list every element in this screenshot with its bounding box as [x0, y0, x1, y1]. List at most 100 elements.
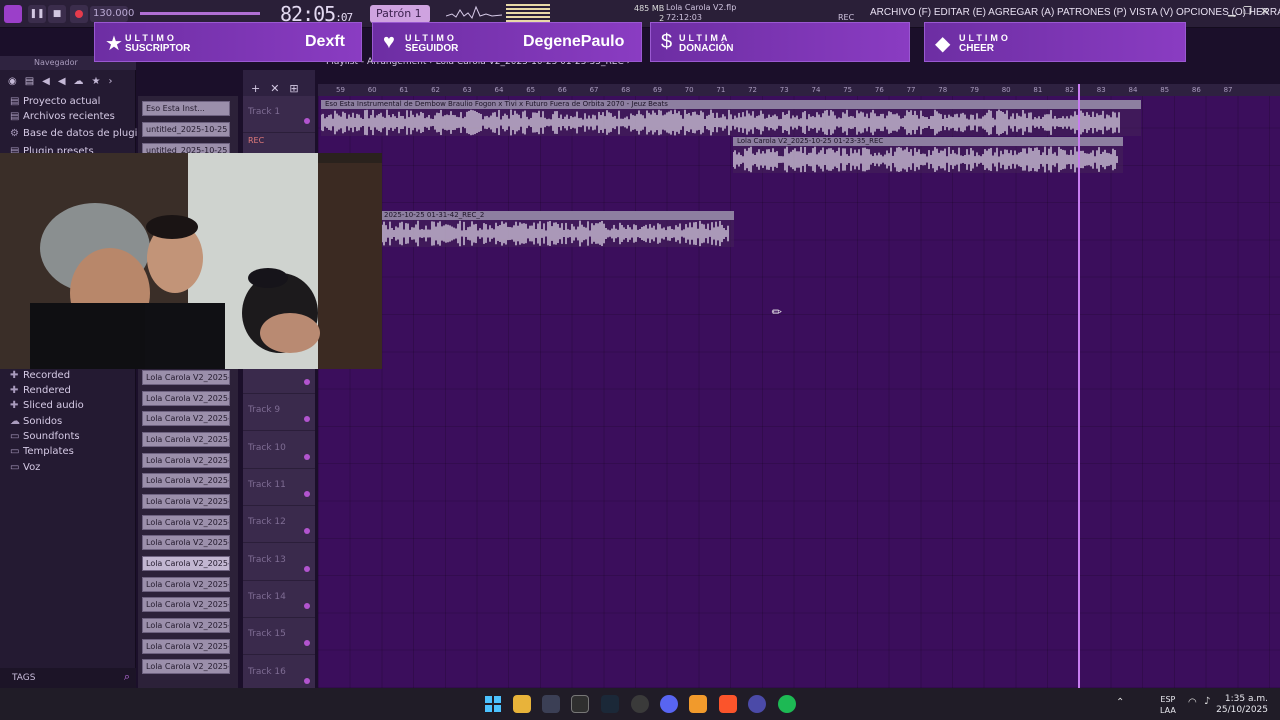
track-mute-led[interactable] — [304, 565, 310, 572]
track-mute-led[interactable] — [304, 118, 310, 124]
browser-folder-soundfonts[interactable]: ▭ Soundfonts — [10, 431, 80, 442]
ruler-number: 74 — [811, 86, 821, 94]
track-mute-led[interactable] — [304, 528, 310, 535]
master-volume-slider[interactable] — [140, 12, 260, 15]
picker-clip[interactable]: Lola Carola V2_2025-10-... — [142, 411, 230, 426]
picker-clip[interactable]: Lola Carola V2_2025-10-... — [142, 432, 230, 447]
playlist-tools[interactable]: +✕⊞ — [243, 70, 315, 96]
ruler-number: 83 — [1096, 86, 1106, 94]
track-mute-led[interactable] — [304, 491, 310, 497]
picker-clip[interactable]: Lola Carola V2_2025-10-... — [142, 370, 230, 385]
track-header[interactable]: Track 1 — [243, 96, 315, 133]
browser-folder-voz[interactable]: ▭ Voz — [10, 462, 40, 473]
audio-clip-vocal-rec[interactable]: Lola Carola V2_2025-10-25 01-23-35_REC — [733, 137, 1123, 173]
browser-folder-rendered[interactable]: ✚ Rendered — [10, 385, 71, 396]
tempo-display[interactable]: 130.000 — [90, 6, 134, 22]
picker-clip[interactable]: Lola Carola V2_2025-10-... — [142, 639, 230, 654]
audio-clip-instrumental[interactable]: Eso Esta Instrumental de Dembow Braulio … — [321, 100, 1141, 136]
browser-item-recent[interactable]: ▤ Archivos recientes — [10, 111, 115, 122]
clock[interactable]: 1:35 a.m. 25/10/2025 — [1216, 694, 1268, 716]
track-mute-led[interactable] — [304, 602, 310, 609]
language-indicator[interactable]: ESP LAA — [1160, 694, 1176, 716]
store-icon[interactable] — [542, 695, 560, 713]
track-header[interactable]: Track 13 — [243, 544, 315, 581]
menu-bar[interactable]: ARCHIVO (F) EDITAR (E) AGREGAR (A) PATRO… — [870, 7, 1280, 18]
minimize-icon[interactable]: ▁ — [1228, 6, 1236, 17]
picker-clip[interactable]: Lola Carola V2_2025-10-... — [142, 515, 230, 530]
ruler-number: 68 — [621, 86, 631, 94]
browser-icon[interactable] — [748, 695, 766, 713]
picker-clip[interactable]: Lola Carola V2_2025-10-... — [142, 453, 230, 468]
spotify-icon[interactable] — [778, 695, 796, 713]
chevron-up-icon[interactable]: ⌃ — [1116, 697, 1124, 708]
track-label: Track 15 — [248, 629, 286, 640]
pattern-selector[interactable]: Patrón 1 — [370, 5, 430, 23]
ruler-number: 65 — [526, 86, 536, 94]
picker-clip-selected[interactable]: Lola Carola V2_2025-10-... — [142, 556, 230, 571]
track-mute-led[interactable] — [304, 379, 310, 386]
maximize-icon[interactable]: ❐ — [1243, 6, 1252, 17]
playlist-area[interactable]: Eso Esta Instrumental de Dembow Braulio … — [318, 96, 1280, 688]
picker-clip[interactable]: Lola Carola V2_2025-10-... — [142, 473, 230, 488]
stop-icon[interactable]: ■ — [48, 5, 66, 23]
browser-folder-sliced[interactable]: ✚ Sliced audio — [10, 400, 84, 411]
search-icon[interactable]: ⌕ — [124, 670, 130, 684]
banner-last-subscriber: ★ ULTIMO SUSCRIPTOR Dexft — [94, 22, 362, 62]
track-header[interactable]: Track 9 — [243, 394, 315, 432]
browser-item-project[interactable]: ▤ Proyecto actual — [10, 96, 100, 107]
wifi-icon[interactable]: ◠ — [1188, 697, 1197, 708]
fl-studio-icon[interactable] — [689, 695, 707, 713]
audio-clip-rec-2[interactable]: 2025-10-25 01-31-42_REC_2 — [380, 211, 734, 247]
browser-item-plugin-db[interactable]: ⚙ Base de datos de plugins — [10, 128, 149, 139]
picker-clip[interactable]: Lola Carola V2_2025-10-... — [142, 597, 230, 612]
track-header[interactable]: Track 16 — [243, 656, 315, 693]
file-explorer-icon[interactable] — [513, 695, 531, 713]
picker-clip[interactable]: untitled_2025-10-25 01-... — [142, 122, 230, 137]
plug-icon: ⚙ — [10, 128, 19, 139]
banner-type: CHEER — [959, 43, 995, 54]
picker-clip[interactable]: Lola Carola V2_2025-10-... — [142, 577, 230, 592]
lang-primary: ESP — [1160, 695, 1176, 704]
timeline-ruler[interactable]: 59 60 61 62 63 64 65 66 67 68 69 70 71 72 73 74 75 76 77 78… — [318, 84, 1280, 96]
track-label: Track 14 — [248, 591, 286, 602]
ruler-number: 85 — [1160, 86, 1170, 94]
track-label: Track 9 — [248, 405, 281, 416]
browser-toolbar[interactable]: ◉▤◀◀☁★› — [8, 76, 128, 90]
track-header[interactable]: Track 11 — [243, 469, 315, 506]
close-icon[interactable]: ✕ — [1260, 5, 1269, 18]
banner-type: SEGUIDOR — [405, 43, 459, 54]
track-header[interactable]: Track 14 — [243, 581, 315, 618]
tags-bar[interactable]: TAGS ⌕ — [0, 668, 136, 688]
volume-icon[interactable]: ♪ — [1204, 696, 1210, 707]
picker-clip[interactable]: Eso Esta Inst... — [142, 101, 230, 116]
browser-folder-recorded[interactable]: ✚ Recorded — [10, 370, 70, 381]
picker-clip[interactable]: Lola Carola V2_2025-10-... — [142, 659, 230, 674]
track-header[interactable]: Track 15 — [243, 618, 315, 656]
track-mute-led[interactable] — [304, 416, 310, 423]
waveform — [380, 220, 729, 247]
steam-icon[interactable] — [601, 695, 619, 713]
track-header[interactable]: Track 12 — [243, 506, 315, 544]
track-mute-led[interactable] — [304, 640, 310, 647]
browser-folder-sonidos[interactable]: ☁ Sonidos — [10, 416, 62, 427]
windows-start-icon[interactable] — [484, 695, 502, 713]
track-mute-led[interactable] — [304, 453, 310, 460]
app-icon[interactable] — [571, 695, 589, 713]
browser-folder-templates[interactable]: ▭ Templates — [10, 446, 74, 457]
track-header[interactable]: Track 10 — [243, 432, 315, 469]
track-mute-led[interactable] — [304, 677, 310, 684]
picker-clip[interactable]: Lola Carola V2_2025-10-... — [142, 494, 230, 509]
brave-icon[interactable] — [719, 695, 737, 713]
rec-indicator: REC — [838, 13, 855, 22]
pause-icon[interactable]: ❚❚ — [28, 5, 46, 23]
playhead[interactable] — [1078, 84, 1080, 688]
picker-clip[interactable]: Lola Carola V2_2025-10-... — [142, 535, 230, 550]
ruler-number: 84 — [1128, 86, 1138, 94]
discord-icon[interactable] — [660, 695, 678, 713]
record-button[interactable] — [70, 5, 88, 23]
obs-icon[interactable] — [631, 695, 649, 713]
clip-caption: Eso Esta Instrumental de Dembow Braulio … — [325, 100, 668, 108]
picker-clip[interactable]: Lola Carola V2_2025-10-... — [142, 618, 230, 633]
picker-clip[interactable]: Lola Carola V2_2025-10-... — [142, 391, 230, 406]
app-logo-icon[interactable] — [4, 5, 22, 23]
